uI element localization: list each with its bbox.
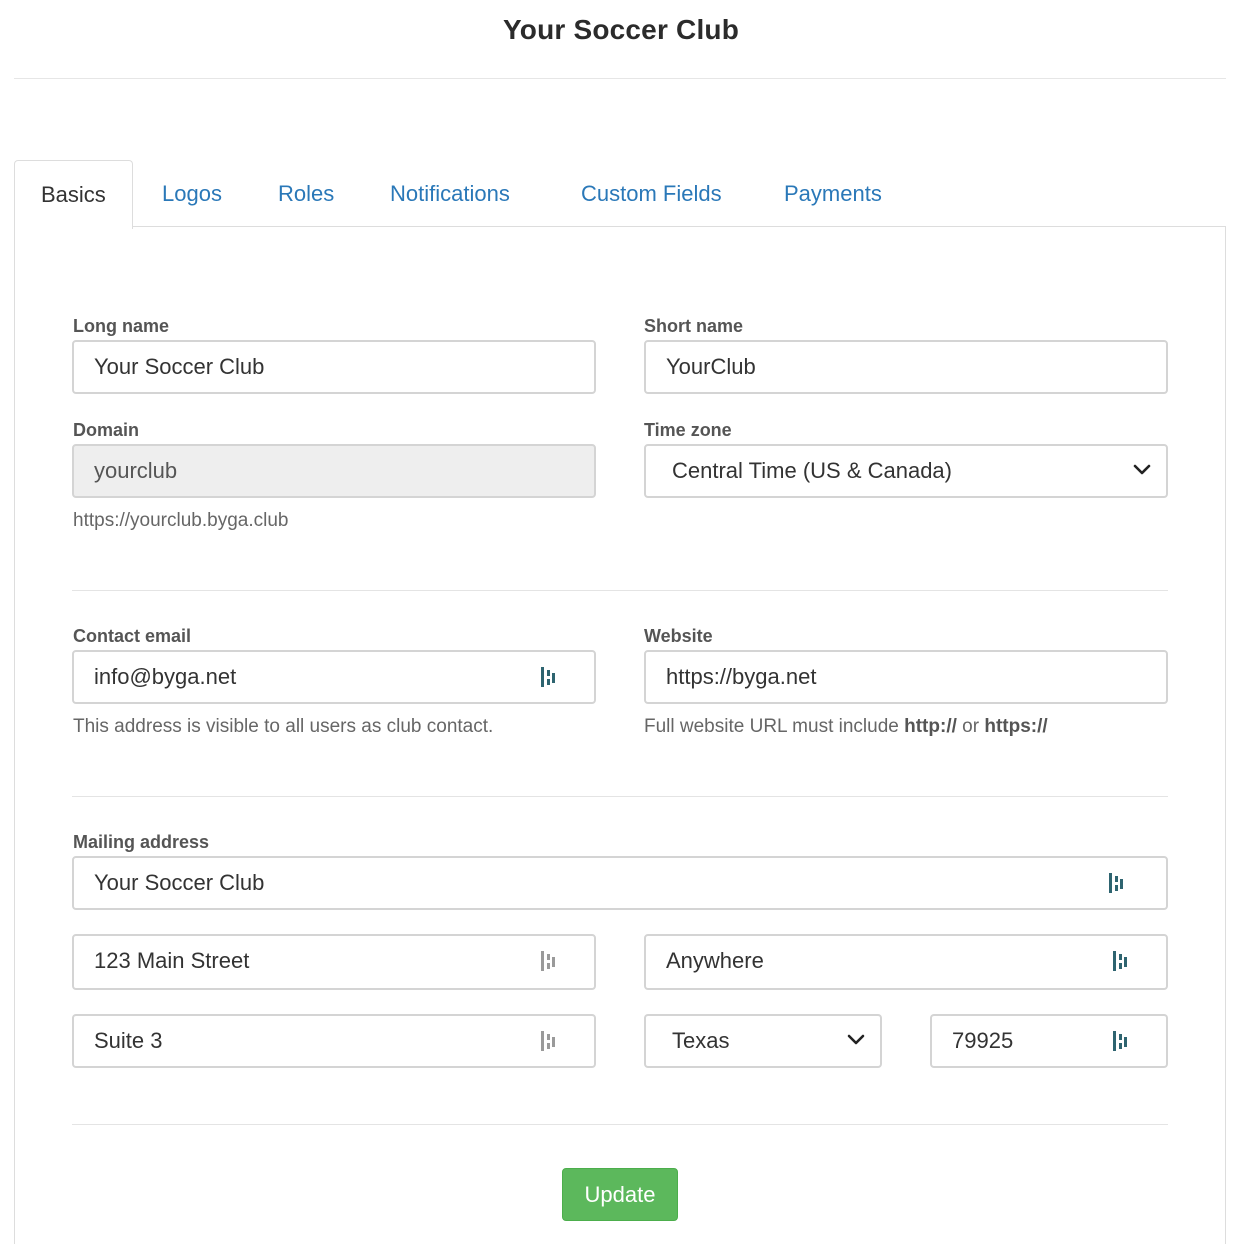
website-input[interactable]: https://byga.net (644, 650, 1168, 704)
password-manager-icon[interactable] (1112, 950, 1128, 972)
page-title: Your Soccer Club (502, 14, 740, 45)
title-divider (14, 78, 1226, 79)
tab-notifications[interactable]: Notifications (390, 160, 510, 228)
password-manager-icon[interactable] (540, 950, 556, 972)
section-divider (72, 590, 1168, 591)
chevron-down-icon (1133, 464, 1151, 475)
tab-basics[interactable]: Basics (14, 160, 133, 229)
time-zone-label: Time zone (644, 420, 732, 440)
settings-page: Your Soccer Club Basics Logos Roles Noti… (0, 0, 1242, 1244)
mailing-line3-input[interactable]: Suite 3 (72, 1014, 596, 1068)
section-divider (72, 1124, 1168, 1125)
short-name-label: Short name (644, 316, 744, 336)
tab-roles[interactable]: Roles (278, 160, 334, 228)
mailing-state-select[interactable]: Texas (644, 1014, 882, 1068)
domain-url-help: https://yourclub.byga.club (73, 510, 289, 531)
password-manager-icon[interactable] (540, 1030, 556, 1052)
mailing-city-value: Anywhere (666, 948, 764, 973)
time-zone-value: Central Time (US & Canada) (672, 458, 952, 483)
domain-label: Domain (73, 420, 140, 440)
chevron-down-icon (847, 1034, 865, 1045)
website-label: Website (644, 626, 713, 646)
contact-email-help: This address is visible to all users as … (73, 716, 494, 737)
password-manager-icon[interactable] (1108, 872, 1124, 894)
contact-email-label: Contact email (73, 626, 192, 646)
mailing-zip-input[interactable]: 79925 (930, 1014, 1168, 1068)
mailing-line1-input[interactable]: Your Soccer Club (72, 856, 1168, 910)
tab-payments[interactable]: Payments (784, 160, 882, 228)
mailing-zip-value: 79925 (952, 1028, 1014, 1053)
tab-logos[interactable]: Logos (162, 160, 222, 228)
contact-email-value: info@byga.net (94, 664, 237, 689)
website-help: Full website URL must include http:// or… (644, 716, 1048, 737)
mailing-address-label: Mailing address (73, 832, 210, 852)
mailing-line2-input[interactable]: 123 Main Street (72, 934, 596, 990)
mailing-line3-value: Suite 3 (94, 1028, 163, 1053)
section-divider (72, 796, 1168, 797)
long-name-input[interactable]: Your Soccer Club (72, 340, 596, 394)
mailing-line1-value: Your Soccer Club (94, 870, 265, 895)
short-name-input[interactable]: YourClub (644, 340, 1168, 394)
password-manager-icon[interactable] (1112, 1030, 1128, 1052)
tab-custom-fields[interactable]: Custom Fields (581, 160, 722, 228)
contact-email-input[interactable]: info@byga.net (72, 650, 596, 704)
mailing-city-input[interactable]: Anywhere (644, 934, 1168, 990)
mailing-state-value: Texas (672, 1028, 730, 1053)
time-zone-select[interactable]: Central Time (US & Canada) (644, 444, 1168, 498)
long-name-label: Long name (73, 316, 170, 336)
password-manager-icon[interactable] (540, 666, 556, 688)
mailing-line2-value: 123 Main Street (94, 948, 250, 973)
domain-input: yourclub (72, 444, 596, 498)
update-button[interactable]: Update (562, 1168, 678, 1221)
tab-bar: Basics Logos Roles Notifications Custom … (14, 160, 1226, 229)
